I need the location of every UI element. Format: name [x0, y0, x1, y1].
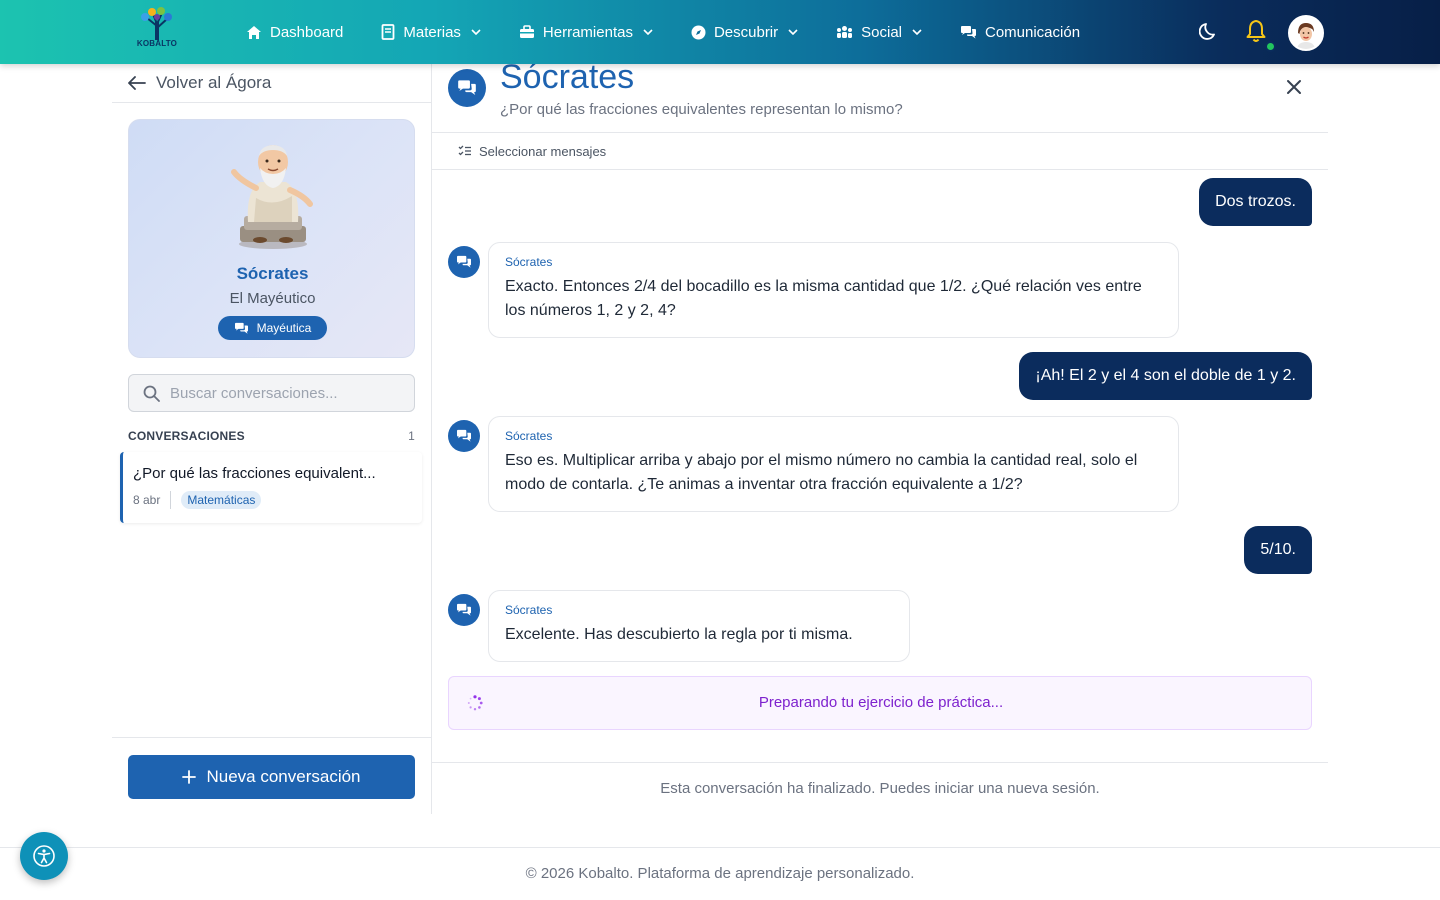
close-icon[interactable] — [1285, 78, 1303, 96]
practice-status-text: Preparando tu ejercicio de práctica... — [758, 694, 1004, 711]
comments-icon — [457, 429, 471, 442]
back-to-agora-label: Volver al Ágora — [156, 73, 272, 92]
nav-herramientas[interactable]: Herramientas — [519, 24, 653, 41]
chat-header: Sócrates ¿Por qué las fracciones equival… — [432, 58, 1328, 133]
user-message: ¡Ah! El 2 y el 4 son el doble de 1 y 2. — [1019, 352, 1312, 400]
message-text: ¡Ah! El 2 y el 4 son el doble de 1 y 2. — [1035, 367, 1296, 384]
conversations-header: CONVERSACIONES 1 — [128, 429, 415, 443]
logo-text: KOBALTO — [136, 39, 178, 48]
tutor-message: Sócrates Eso es. Multiplicar arriba y ab… — [488, 416, 1179, 512]
notifications-bell-icon[interactable] — [1245, 19, 1267, 43]
plus-icon — [182, 770, 197, 784]
arrow-left-icon — [128, 76, 146, 90]
comments-icon — [457, 603, 471, 616]
footer-copyright: © 2026 Kobalto. Plataforma de aprendizaj… — [525, 865, 915, 882]
users-icon — [837, 26, 853, 38]
search-icon — [143, 385, 160, 402]
comments-icon — [457, 255, 471, 268]
accessibility-button[interactable] — [20, 832, 68, 880]
message-text: Exacto. Entonces 2/4 del bocadillo es la… — [505, 278, 1142, 319]
nav-social-label: Social — [861, 23, 902, 41]
conversation-sidebar: Volver al Ágora Sócrates El Mayéutico Ma… — [112, 64, 432, 814]
tutor-message-avatar — [448, 420, 480, 452]
footer-divider — [0, 847, 1440, 848]
chevron-down-icon — [788, 29, 798, 35]
nav-dashboard-label: Dashboard — [270, 23, 344, 41]
conversation-title: ¿Por qué las fracciones equivalent... — [133, 465, 376, 482]
nav-dashboard[interactable]: Dashboard — [246, 24, 343, 41]
select-messages-label: Seleccionar mensajes — [479, 143, 607, 159]
message-text: Excelente. Has descubierto la regla por … — [505, 626, 853, 643]
nav-herramientas-label: Herramientas — [542, 23, 633, 41]
main-nav: Dashboard Materias Herramientas Descubri… — [246, 0, 1118, 64]
book-icon — [381, 24, 395, 40]
message-text: 5/10. — [1260, 541, 1296, 558]
toolbox-icon — [519, 25, 534, 38]
chevron-down-icon — [643, 29, 653, 35]
tutor-title: El Mayéutico — [229, 290, 316, 307]
conversations-count: 1 — [408, 429, 415, 443]
message-sender: Sócrates — [505, 429, 553, 443]
user-message: 5/10. — [1244, 526, 1312, 574]
tutor-card: Sócrates El Mayéutico Mayéutica — [128, 119, 415, 358]
tree-logo-icon — [141, 7, 172, 40]
tutor-message-avatar — [448, 246, 480, 278]
conversation-search — [128, 374, 415, 412]
tutor-message-avatar — [448, 594, 480, 626]
home-icon — [247, 25, 261, 39]
comments-icon — [961, 25, 976, 38]
practice-exercise-status: Preparando tu ejercicio de práctica... — [448, 676, 1312, 730]
online-status-dot — [1265, 41, 1276, 52]
nav-descubrir[interactable]: Descubrir — [691, 24, 798, 41]
select-messages-button[interactable]: Seleccionar mensajes — [432, 133, 1328, 170]
new-conversation-label: Nueva conversación — [206, 767, 361, 786]
chat-panel: Sócrates ¿Por qué las fracciones equival… — [432, 58, 1328, 814]
method-badge: Mayéutica — [218, 316, 327, 340]
dark-mode-toggle-icon[interactable] — [1199, 21, 1219, 41]
avatar-portrait-icon — [1290, 17, 1322, 49]
chevron-down-icon — [912, 29, 922, 35]
conversation-list-item[interactable]: ¿Por qué las fracciones equivalent... 8 … — [120, 452, 422, 523]
chevron-down-icon — [471, 29, 481, 35]
tutor-name: Sócrates — [236, 264, 309, 283]
message-text: Dos trozos. — [1215, 193, 1296, 210]
nav-comunicacion[interactable]: Comunicación — [960, 24, 1080, 41]
user-message: Dos trozos. — [1199, 178, 1312, 226]
conversation-ended-notice: Esta conversación ha finalizado. Puedes … — [660, 780, 1100, 797]
tutor-message: Sócrates Exacto. Entonces 2/4 del bocadi… — [488, 242, 1179, 338]
comments-icon — [234, 322, 248, 334]
conversations-label: CONVERSACIONES — [128, 429, 245, 443]
accessibility-icon — [33, 845, 55, 867]
method-badge-label: Mayéutica — [256, 321, 312, 335]
top-navbar: KOBALTO Dashboard Materias Herramientas … — [0, 0, 1440, 64]
tutor-chat-icon — [448, 69, 486, 107]
nav-descubrir-label: Descubrir — [713, 23, 779, 41]
nav-materias[interactable]: Materias — [381, 24, 481, 41]
checklist-icon — [458, 145, 471, 156]
user-avatar[interactable] — [1288, 15, 1324, 51]
nav-social[interactable]: Social — [836, 24, 922, 41]
nav-comunicacion-label: Comunicación — [985, 23, 1081, 41]
conversation-date: 8 abr — [133, 493, 161, 507]
nav-materias-label: Materias — [403, 23, 461, 41]
divider — [432, 762, 1328, 763]
subject-tag: Matemáticas — [181, 491, 262, 509]
comments-icon — [458, 80, 476, 96]
divider — [170, 491, 172, 509]
back-to-agora-link[interactable]: Volver al Ágora — [128, 64, 271, 102]
divider — [112, 737, 432, 738]
message-text: Eso es. Multiplicar arriba y abajo por e… — [505, 452, 1138, 493]
message-sender: Sócrates — [505, 255, 553, 269]
tutor-message: Sócrates Excelente. Has descubierto la r… — [488, 590, 910, 662]
message-sender: Sócrates — [505, 603, 553, 617]
chat-subtitle: ¿Por qué las fracciones equivalentes rep… — [500, 101, 903, 118]
divider — [112, 102, 432, 103]
new-conversation-button[interactable]: Nueva conversación — [128, 755, 415, 799]
compass-icon — [691, 25, 706, 39]
conversation-meta: 8 abr Matemáticas — [133, 491, 262, 509]
search-input[interactable] — [170, 384, 400, 402]
socrates-avatar — [231, 145, 313, 249]
kobalto-logo[interactable]: KOBALTO — [133, 6, 181, 56]
